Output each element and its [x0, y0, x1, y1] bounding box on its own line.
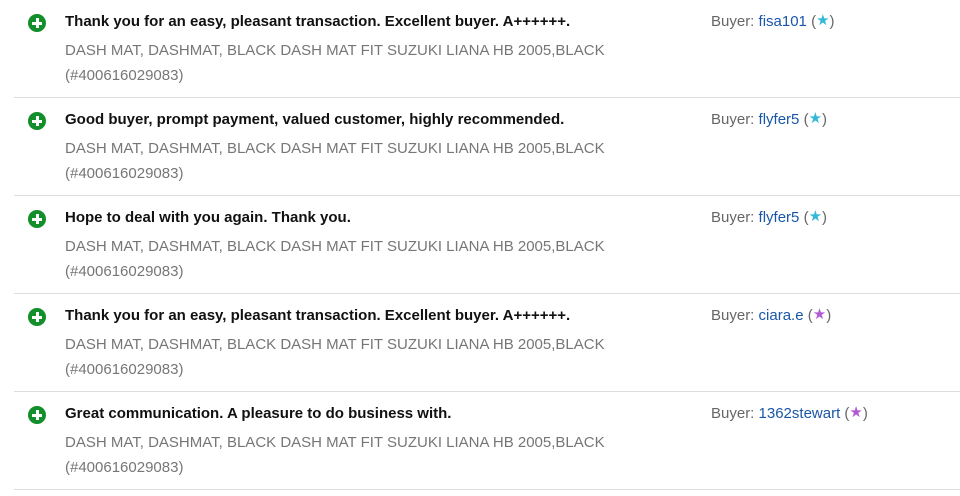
- star-icon[interactable]: ★: [809, 110, 822, 127]
- star-icon[interactable]: ★: [809, 208, 822, 225]
- feedback-comment: Thank you for an easy, pleasant transact…: [65, 13, 571, 30]
- close-paren: ): [862, 405, 868, 422]
- close-paren: ): [822, 111, 828, 128]
- buyer-label: Buyer:: [711, 307, 759, 324]
- feedback-comment: Good buyer, prompt payment, valued custo…: [65, 111, 565, 128]
- positive-plus-icon: [28, 112, 46, 130]
- star-icon[interactable]: ★: [813, 306, 826, 323]
- feedback-comment: Great communication. A pleasure to do bu…: [65, 405, 452, 422]
- feedback-row: Hope to deal with you again. Thank you. …: [14, 196, 960, 294]
- buyer-label: Buyer:: [711, 405, 759, 422]
- close-paren: ): [829, 13, 835, 30]
- item-title: DASH MAT, DASHMAT, BLACK DASH MAT FIT SU…: [65, 140, 605, 182]
- buyer-info: Buyer: flyfer5 (★): [711, 209, 827, 226]
- positive-plus-icon: [28, 406, 46, 424]
- close-paren: ): [826, 307, 832, 324]
- item-title: DASH MAT, DASHMAT, BLACK DASH MAT FIT SU…: [65, 434, 605, 476]
- buyer-name-link[interactable]: flyfer5: [759, 209, 800, 226]
- buyer-name-link[interactable]: flyfer5: [759, 111, 800, 128]
- feedback-comment: Thank you for an easy, pleasant transact…: [65, 307, 571, 324]
- feedback-row: Thank you for an easy, pleasant transact…: [14, 294, 960, 392]
- buyer-info: Buyer: fisa101 (★): [711, 13, 835, 30]
- close-paren: ): [822, 209, 828, 226]
- positive-plus-icon: [28, 308, 46, 326]
- feedback-comment: Hope to deal with you again. Thank you.: [65, 209, 351, 226]
- feedback-row: Great communication. A pleasure to do bu…: [14, 392, 960, 490]
- buyer-label: Buyer:: [711, 209, 759, 226]
- item-title: DASH MAT, DASHMAT, BLACK DASH MAT FIT SU…: [65, 336, 605, 378]
- feedback-list: Thank you for an easy, pleasant transact…: [0, 0, 960, 496]
- feedback-row: Thank you for an easy, pleasant transact…: [14, 0, 960, 98]
- positive-plus-icon: [28, 14, 46, 32]
- buyer-label: Buyer:: [711, 111, 759, 128]
- buyer-name-link[interactable]: ciara.e: [759, 307, 804, 324]
- buyer-info: Buyer: flyfer5 (★): [711, 111, 827, 128]
- buyer-info: Buyer: 1362stewart (★): [711, 405, 868, 422]
- buyer-label: Buyer:: [711, 13, 759, 30]
- star-icon[interactable]: ★: [816, 12, 829, 29]
- buyer-name-link[interactable]: fisa101: [759, 13, 807, 30]
- item-title: DASH MAT, DASHMAT, BLACK DASH MAT FIT SU…: [65, 42, 605, 84]
- buyer-info: Buyer: ciara.e (★): [711, 307, 831, 324]
- star-icon[interactable]: ★: [849, 404, 862, 421]
- positive-plus-icon: [28, 210, 46, 228]
- buyer-name-link[interactable]: 1362stewart: [759, 405, 841, 422]
- item-title: DASH MAT, DASHMAT, BLACK DASH MAT FIT SU…: [65, 238, 605, 280]
- feedback-row: Good buyer, prompt payment, valued custo…: [14, 98, 960, 196]
